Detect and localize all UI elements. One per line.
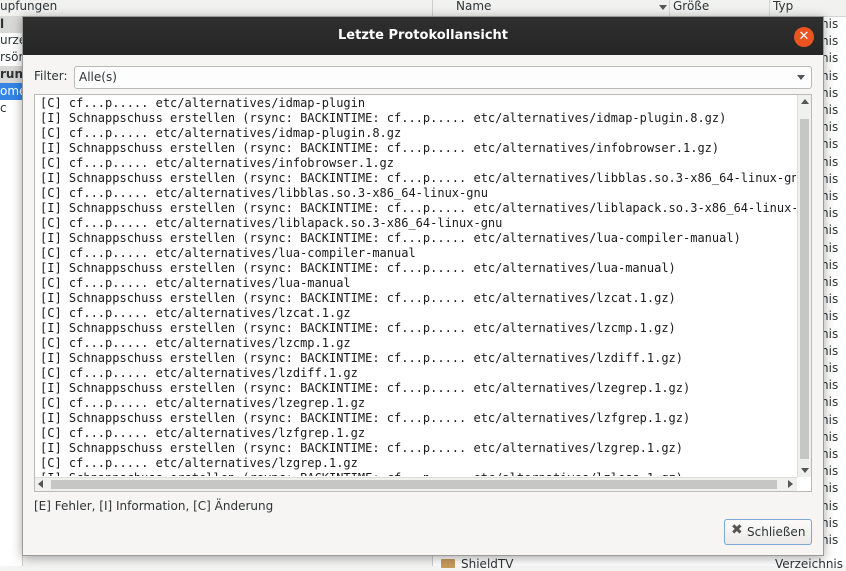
background-row-type-fragment: nis xyxy=(821,68,839,83)
column-header-size[interactable]: Größe xyxy=(673,0,709,13)
background-row-type-fragment: nis xyxy=(821,189,839,203)
background-left-item[interactable]: rsön xyxy=(0,49,22,66)
background-row-type-fragment: nis xyxy=(821,395,839,410)
background-file-list-header: Name Größe Typ xyxy=(433,0,846,17)
background-left-header-label: upfungen xyxy=(0,0,58,13)
scroll-up-icon[interactable] xyxy=(801,99,809,104)
log-legend: [E] Fehler, [I] Information, [C] Änderun… xyxy=(34,499,274,513)
chevron-down-icon xyxy=(797,75,805,80)
background-row-type-fragment: nis xyxy=(821,34,839,49)
log-line: [C] cf...p..... etc/alternatives/lzfgrep… xyxy=(40,426,366,440)
background-row-type-fragment: nis xyxy=(821,292,839,307)
background-left-item[interactable]: l xyxy=(0,16,22,33)
column-divider xyxy=(769,0,770,16)
background-row-type-fragment: nis xyxy=(821,206,839,221)
log-line: [C] cf...p..... etc/alternatives/lua-com… xyxy=(40,246,416,260)
background-row-type-fragment: nis xyxy=(821,120,839,135)
log-line: [I] Schnappschuss erstellen (rsync: BACK… xyxy=(40,261,676,275)
background-row-type-fragment: nis xyxy=(821,378,839,393)
column-header-name[interactable]: Name xyxy=(456,0,491,13)
log-line: [C] cf...p..... etc/alternatives/lzdiff.… xyxy=(40,366,358,380)
log-line: [I] Schnappschuss erstellen (rsync: BACK… xyxy=(40,351,683,365)
close-icon[interactable]: ✕ xyxy=(794,27,814,47)
folder-icon xyxy=(441,559,455,568)
background-row-type-fragment: nis xyxy=(821,51,839,66)
scroll-down-icon[interactable] xyxy=(801,468,809,473)
log-line: [I] Schnappschuss erstellen (rsync: BACK… xyxy=(40,111,727,125)
log-line: [I] Schnappschuss erstellen (rsync: BACK… xyxy=(40,201,796,215)
scroll-right-icon[interactable] xyxy=(788,480,793,488)
horizontal-scroll-thumb[interactable] xyxy=(51,480,777,489)
log-line: [C] cf...p..... etc/alternatives/lzgrep.… xyxy=(40,456,358,470)
log-line: [C] cf...p..... etc/alternatives/lzcmp.1… xyxy=(40,336,351,350)
background-row-type-fragment: nis xyxy=(821,309,839,324)
vertical-scroll-thumb[interactable] xyxy=(800,119,809,459)
vertical-scrollbar[interactable] xyxy=(797,95,811,477)
background-row-type-fragment: nis xyxy=(821,137,839,152)
column-divider xyxy=(669,0,670,16)
background-left-item[interactable]: c xyxy=(0,100,22,117)
background-row-type-fragment: nis xyxy=(821,412,839,427)
log-line: [C] cf...p..... etc/alternatives/lzegrep… xyxy=(40,396,366,410)
dialog-title: Letzte Protokollansicht xyxy=(338,28,508,43)
log-lines: [C] cf...p..... etc/alternatives/idmap-p… xyxy=(40,96,796,476)
filter-value: Alle(s) xyxy=(79,70,117,84)
background-row-type-fragment: nis xyxy=(821,275,839,289)
log-text-area[interactable]: [C] cf...p..... etc/alternatives/idmap-p… xyxy=(34,94,812,492)
background-row-type-fragment: nis xyxy=(821,429,839,444)
background-row-name[interactable]: ShieldTV xyxy=(461,557,513,571)
log-line: [C] cf...p..... etc/alternatives/lua-man… xyxy=(40,276,351,290)
log-line: [I] Schnappschuss erstellen (rsync: BACK… xyxy=(40,141,720,155)
log-line: [C] cf...p..... etc/alternatives/idmap-p… xyxy=(40,126,402,140)
log-line: [C] cf...p..... etc/alternatives/liblapa… xyxy=(40,216,503,230)
background-row-type-fragment: nis xyxy=(821,326,839,341)
horizontal-scrollbar[interactable] xyxy=(35,477,797,491)
background-row-type-fragment: nis xyxy=(821,498,839,513)
background-row-type-fragment: nis xyxy=(821,257,839,272)
background-row-type-fragment: nis xyxy=(821,240,839,255)
column-header-type[interactable]: Typ xyxy=(773,0,793,13)
background-left-item[interactable]: run xyxy=(0,66,22,83)
dialog-titlebar[interactable]: Letzte Protokollansicht ✕ xyxy=(23,17,823,55)
log-view-dialog: Letzte Protokollansicht ✕ Filter: Alle(s… xyxy=(22,16,824,556)
log-line: [I] Schnappschuss erstellen (rsync: BACK… xyxy=(40,381,691,395)
background-row-type-fragment: nis xyxy=(821,515,839,530)
background-row-type-fragment: nis xyxy=(821,171,839,186)
background-left-item[interactable]: urze xyxy=(0,32,22,49)
close-dialog-button[interactable]: ✖ Schließen xyxy=(724,519,812,545)
background-row-type-fragment: nis xyxy=(821,343,839,358)
background-left-header: upfungen xyxy=(0,0,432,17)
x-icon: ✖ xyxy=(731,522,743,538)
log-line: [I] Schnappschuss erstellen (rsync: BACK… xyxy=(40,471,796,476)
sort-descending-icon xyxy=(659,5,667,10)
filter-select[interactable]: Alle(s) xyxy=(74,66,812,89)
background-row-type: Verzeichnis xyxy=(775,557,844,571)
background-row-type-fragment: nis xyxy=(821,154,839,169)
background-row-type-fragment: nis xyxy=(821,17,839,31)
log-line: [I] Schnappschuss erstellen (rsync: BACK… xyxy=(40,321,676,335)
background-row-type-fragment: nis xyxy=(821,464,839,479)
background-row-type-fragment: nis xyxy=(821,361,839,375)
background-row-type-fragment: nis xyxy=(821,447,839,461)
log-line: [I] Schnappschuss erstellen (rsync: BACK… xyxy=(40,441,683,455)
log-line: [C] cf...p..... etc/alternatives/libblas… xyxy=(40,186,488,200)
filter-label: Filter: xyxy=(34,69,68,83)
log-line: [I] Schnappschuss erstellen (rsync: BACK… xyxy=(40,171,796,185)
scroll-left-icon[interactable] xyxy=(38,480,43,488)
log-line: [C] cf...p..... etc/alternatives/lzcat.1… xyxy=(40,306,351,320)
log-line: [I] Schnappschuss erstellen (rsync: BACK… xyxy=(40,291,676,305)
log-line: [I] Schnappschuss erstellen (rsync: BACK… xyxy=(40,411,691,425)
background-row-type-fragment: nis xyxy=(821,103,839,117)
background-row-type-fragment: nis xyxy=(821,481,839,496)
log-line: [C] cf...p..... etc/alternatives/infobro… xyxy=(40,156,395,170)
background-row-type-fragment: nis xyxy=(821,533,839,547)
log-line: [C] cf...p..... etc/alternatives/idmap-p… xyxy=(40,96,366,110)
log-line: [I] Schnappschuss erstellen (rsync: BACK… xyxy=(40,231,741,245)
background-left-item-selected[interactable]: ome xyxy=(0,83,22,100)
background-row-type-fragment: nis xyxy=(821,85,839,100)
background-row-type-fragment: nis xyxy=(821,223,839,238)
close-button-label: Schließen xyxy=(747,525,806,539)
